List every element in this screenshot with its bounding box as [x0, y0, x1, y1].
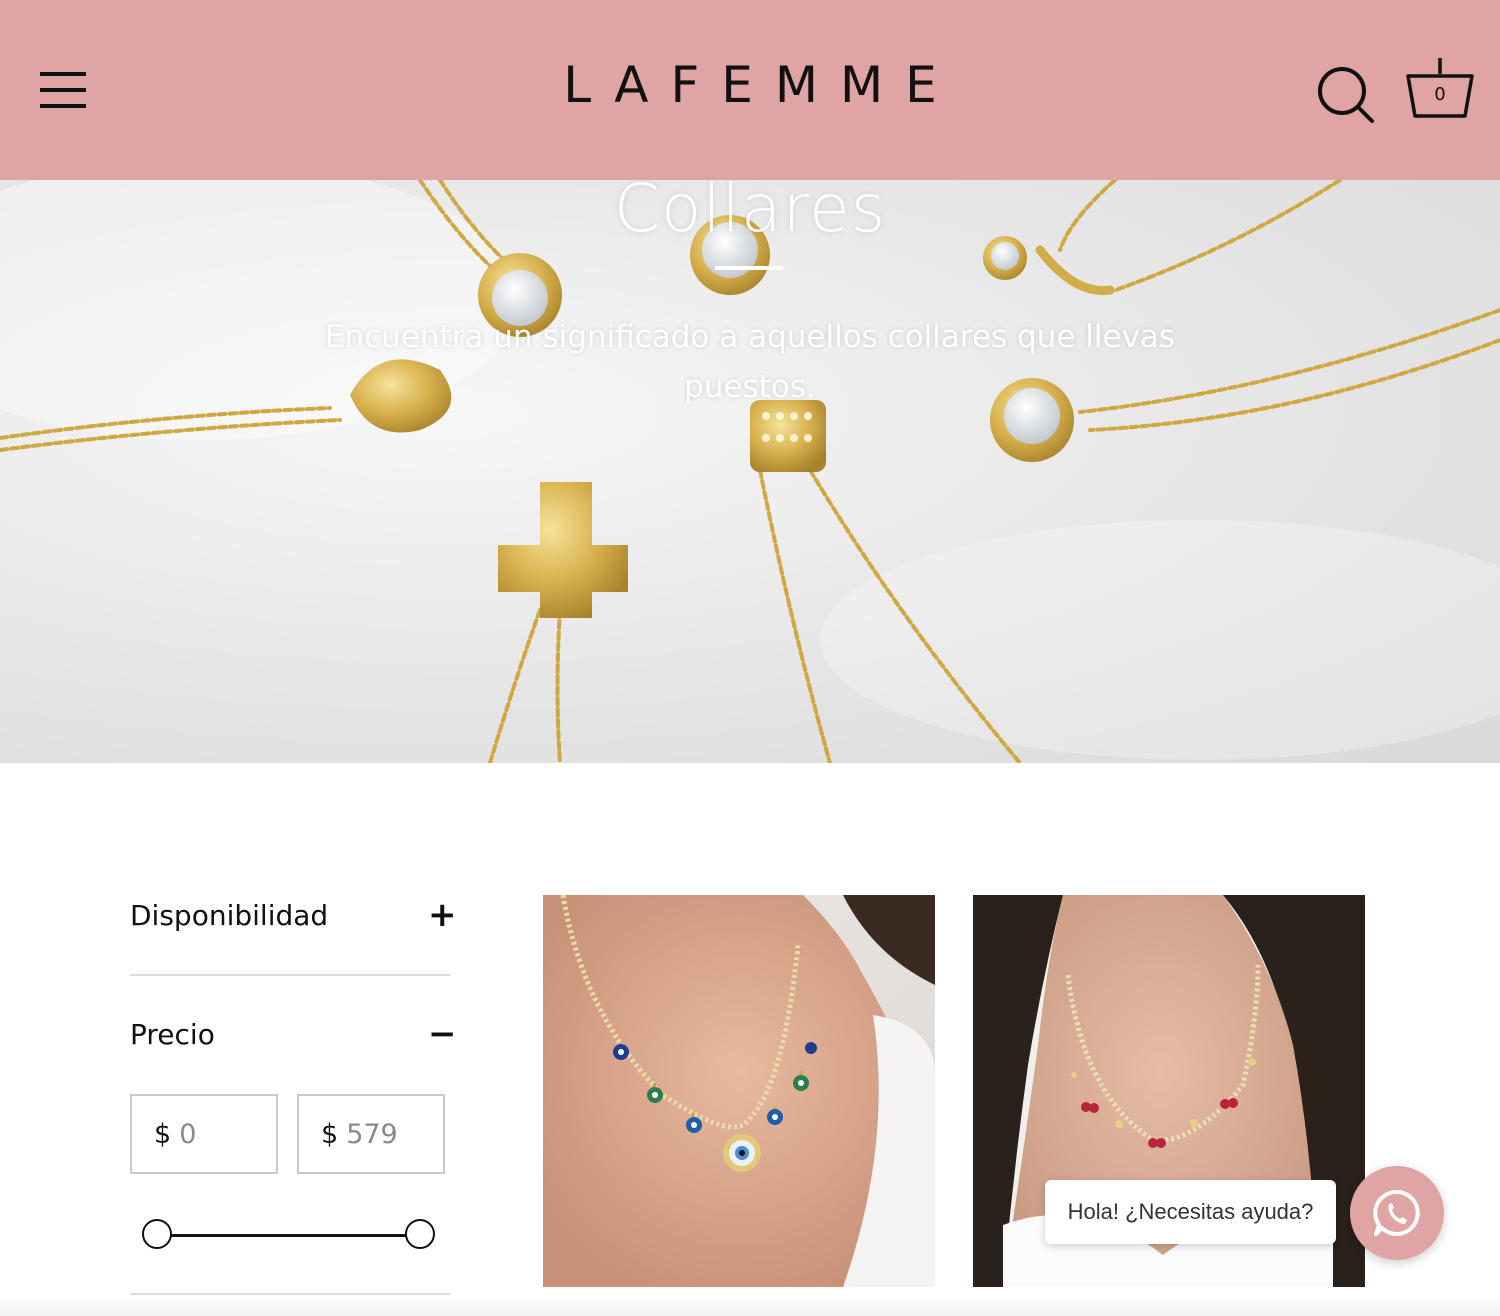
- price-filter-label: Precio: [130, 1018, 215, 1051]
- availability-filter-header[interactable]: Disponibilidad +: [130, 896, 457, 936]
- price-max-field[interactable]: $: [297, 1094, 445, 1174]
- price-range-min-handle[interactable]: [142, 1219, 172, 1249]
- currency-symbol: $: [154, 1118, 172, 1150]
- price-min-field[interactable]: $: [130, 1094, 278, 1174]
- price-range-max-handle[interactable]: [405, 1219, 435, 1249]
- currency-symbol: $: [321, 1118, 339, 1150]
- availability-filter-label: Disponibilidad: [130, 899, 329, 932]
- price-max-input[interactable]: [346, 1118, 437, 1150]
- collection-description: Encuentra un significado a aquellos coll…: [324, 319, 1176, 405]
- price-min-input[interactable]: [179, 1118, 270, 1150]
- price-range-track[interactable]: [158, 1234, 420, 1237]
- filter-availability: Disponibilidad +: [130, 896, 457, 936]
- search-icon[interactable]: [1316, 64, 1376, 124]
- page-bottom-edge: [0, 1296, 1500, 1316]
- cart-count-badge: 0: [1434, 84, 1446, 105]
- title-underline: [715, 266, 783, 270]
- filter-divider: [130, 974, 450, 976]
- evil-eye-necklace-image: [543, 895, 935, 1287]
- whatsapp-icon: [1373, 1189, 1420, 1236]
- filter-price: Precio −: [130, 1015, 457, 1055]
- whatsapp-chat-button[interactable]: [1350, 1166, 1444, 1260]
- collection-hero: Collares Encuentra un significado a aque…: [0, 180, 1500, 763]
- expand-plus-icon[interactable]: +: [428, 898, 457, 932]
- product-card[interactable]: [543, 895, 935, 1287]
- chat-prompt-bubble[interactable]: Hola! ¿Necesitas ayuda?: [1045, 1180, 1336, 1244]
- brand-logo[interactable]: LAFEMME: [0, 56, 1500, 114]
- price-filter-header[interactable]: Precio −: [130, 1015, 457, 1055]
- filter-divider: [130, 1293, 450, 1295]
- site-header: LAFEMME 0: [0, 0, 1500, 180]
- collapse-minus-icon[interactable]: −: [428, 1017, 457, 1051]
- cart-button[interactable]: 0: [1404, 54, 1476, 122]
- collection-title: Collares: [613, 180, 887, 247]
